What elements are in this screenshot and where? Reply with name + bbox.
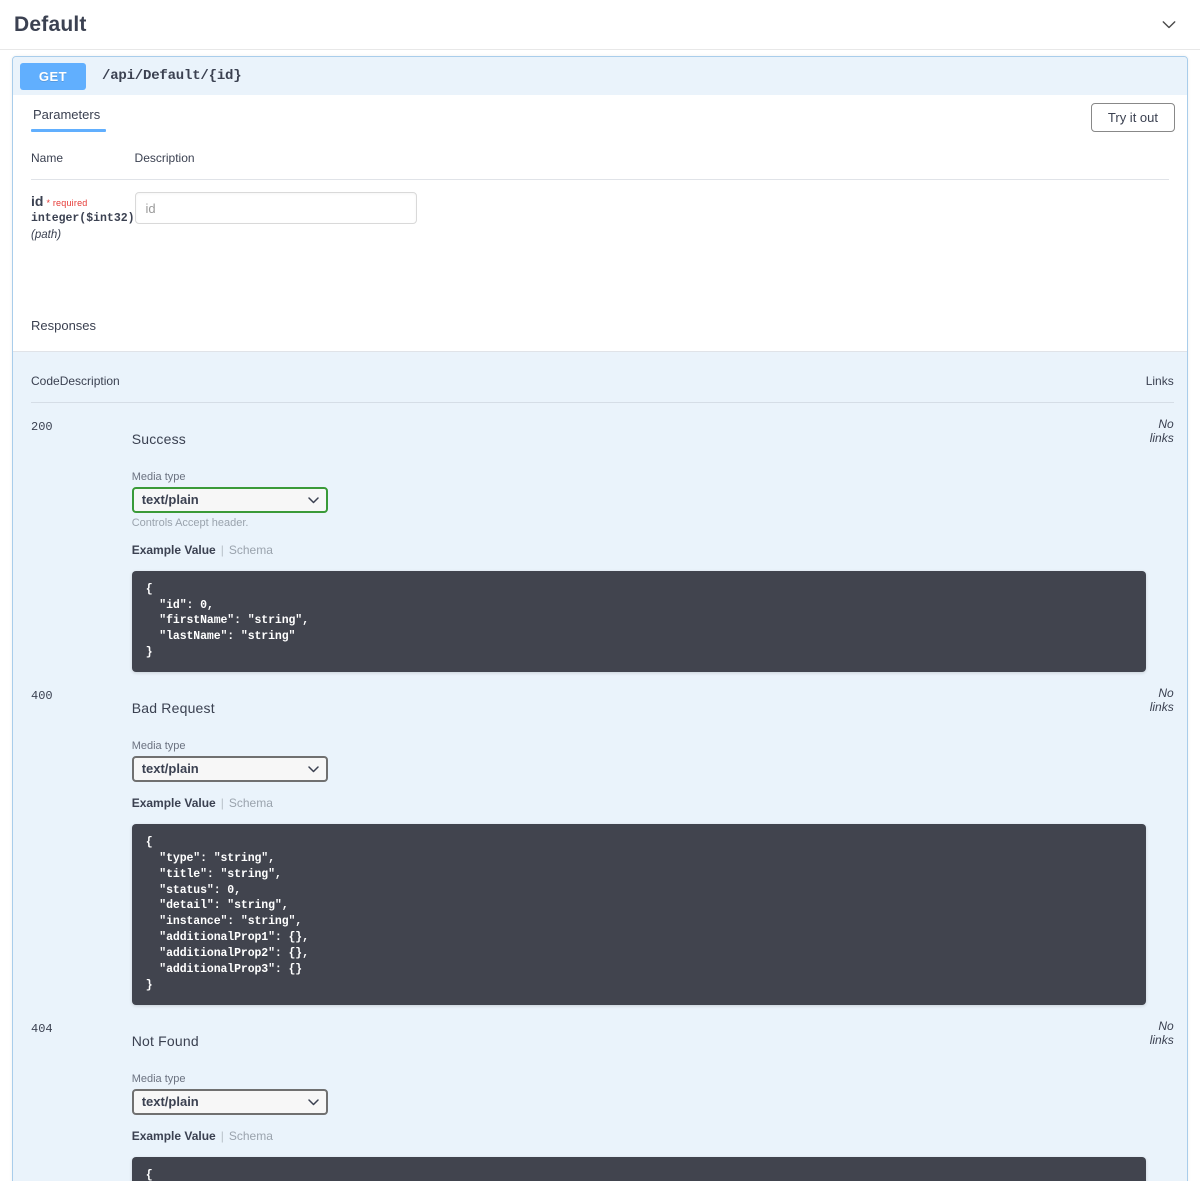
tab-schema[interactable]: Schema bbox=[229, 543, 273, 557]
tab-example-value[interactable]: Example Value bbox=[132, 543, 216, 557]
example-value-json: { "type": "string", "title": "string", "… bbox=[145, 1168, 153, 1181]
parameter-name-text: id bbox=[31, 193, 44, 209]
col-header-links: Links bbox=[1145, 373, 1174, 403]
response-code: 200 bbox=[31, 419, 53, 434]
media-type-select[interactable]: text/plain bbox=[131, 486, 328, 513]
parameters-tabs-row: Parameters Try it out bbox=[13, 95, 1187, 141]
media-type-block: Media type text/plain bbox=[60, 716, 1146, 782]
response-description-cell: Success Media type text/plain Controls Acce… bbox=[60, 402, 1146, 672]
response-code: 400 bbox=[31, 688, 53, 703]
parameter-required-label: * required bbox=[46, 198, 88, 208]
col-header-description: Description bbox=[59, 373, 1146, 403]
chevron-down-icon[interactable] bbox=[1156, 12, 1182, 38]
responses-table: Code Description Links 200 Success Media t… bbox=[31, 373, 1174, 1181]
responses-title-row: Responses bbox=[13, 302, 1187, 352]
table-row: id * required integer($int32) (path) bbox=[31, 180, 1169, 245]
response-code-cell: 200 bbox=[31, 402, 60, 672]
tag-header[interactable]: Default bbox=[0, 0, 1200, 50]
page-title: Default bbox=[14, 12, 87, 36]
try-it-out-button[interactable]: Try it out bbox=[1090, 103, 1175, 132]
media-type-select[interactable]: text/plain bbox=[131, 1088, 328, 1115]
media-type-select-wrap: text/plain bbox=[131, 486, 328, 513]
response-code-cell: 404 bbox=[31, 1005, 60, 1181]
example-value-json: { "id": 0, "firstName": "string", "lastN… bbox=[145, 582, 309, 660]
media-type-block: Media type text/plain bbox=[60, 1049, 1146, 1115]
responses-header-row: Code Description Links bbox=[31, 373, 1174, 403]
media-type-label: Media type bbox=[131, 470, 186, 483]
parameters-table: Name Description id * required integer($… bbox=[31, 141, 1169, 245]
operation-block-wrap: GET /api/Default/{id} Parameters Try it … bbox=[0, 50, 1200, 1181]
media-type-label: Media type bbox=[131, 1072, 186, 1085]
tab-example-value[interactable]: Example Value bbox=[132, 796, 216, 810]
example-schema-tabs: Example Value | Schema bbox=[60, 782, 1146, 810]
tab-separator: | bbox=[220, 795, 224, 810]
tab-parameters[interactable]: Parameters bbox=[31, 107, 107, 132]
parameter-type: integer($int32) bbox=[31, 212, 135, 226]
http-method-badge: GET bbox=[20, 62, 86, 90]
parameters-spacer bbox=[31, 245, 1169, 303]
tab-separator: | bbox=[220, 542, 224, 557]
tab-example-value[interactable]: Example Value bbox=[132, 1129, 216, 1143]
example-schema-tabs: Example Value | Schema bbox=[60, 529, 1146, 557]
example-value-code-block[interactable]: { "type": "string", "title": "string", "… bbox=[131, 823, 1146, 1005]
table-row: 404 Not Found Media type text/plain Example … bbox=[31, 1005, 1174, 1181]
no-links-label: No links bbox=[1149, 685, 1174, 714]
responses-body: Code Description Links 200 Success Media t… bbox=[13, 351, 1187, 1181]
responses-table-body: 200 Success Media type text/plain Controls A… bbox=[31, 402, 1174, 1181]
table-row: 200 Success Media type text/plain Controls A… bbox=[31, 402, 1174, 672]
response-links-cell: No links bbox=[1146, 672, 1174, 1005]
parameter-input-cell bbox=[134, 180, 1169, 245]
parameter-location: (path) bbox=[31, 229, 62, 242]
example-value-json: { "type": "string", "title": "string", "… bbox=[145, 835, 309, 992]
media-type-hint: Controls Accept header. bbox=[131, 516, 249, 529]
operation-body: Parameters Try it out Name Description i… bbox=[13, 95, 1187, 1181]
table-row: 400 Bad Request Media type text/plain Exampl… bbox=[31, 672, 1174, 1005]
response-code-cell: 400 bbox=[31, 672, 60, 1005]
id-input[interactable] bbox=[134, 192, 417, 224]
no-links-label: No links bbox=[1149, 1018, 1174, 1047]
parameters-section: Name Description id * required integer($… bbox=[13, 141, 1187, 303]
operation-summary[interactable]: GET /api/Default/{id} bbox=[13, 57, 1187, 95]
tab-schema[interactable]: Schema bbox=[229, 796, 273, 810]
parameter-meta-cell: id * required integer($int32) (path) bbox=[31, 180, 135, 245]
response-links-cell: No links bbox=[1146, 402, 1174, 672]
response-description: Bad Request bbox=[131, 699, 215, 716]
media-type-select-wrap: text/plain bbox=[131, 1088, 328, 1115]
media-type-select-wrap: text/plain bbox=[131, 755, 328, 782]
no-links-label: No links bbox=[1149, 416, 1174, 445]
example-value-code-block[interactable]: { "id": 0, "firstName": "string", "lastN… bbox=[131, 570, 1146, 672]
response-code: 404 bbox=[31, 1021, 53, 1036]
example-value-code-block[interactable]: { "type": "string", "title": "string", "… bbox=[131, 1156, 1146, 1181]
parameter-name: id * required bbox=[31, 192, 135, 210]
response-description: Not Found bbox=[131, 1032, 199, 1049]
col-header-description: Description bbox=[134, 141, 1169, 180]
responses-section-title: Responses bbox=[31, 317, 97, 333]
media-type-block: Media type text/plain Controls Accept head… bbox=[60, 447, 1146, 529]
media-type-select[interactable]: text/plain bbox=[131, 755, 328, 782]
parameters-header-row: Name Description bbox=[31, 141, 1169, 180]
operation-block: GET /api/Default/{id} Parameters Try it … bbox=[12, 56, 1188, 1181]
example-schema-tabs: Example Value | Schema bbox=[60, 1115, 1146, 1143]
media-type-label: Media type bbox=[131, 739, 186, 752]
response-links-cell: No links bbox=[1146, 1005, 1174, 1181]
col-header-name: Name bbox=[31, 141, 135, 180]
response-description: Success bbox=[131, 430, 186, 447]
col-header-code: Code bbox=[31, 373, 60, 403]
swagger-ui-page: Default GET /api/Default/{id} Parameters… bbox=[0, 0, 1200, 1181]
tab-separator: | bbox=[220, 1128, 224, 1143]
tab-schema[interactable]: Schema bbox=[229, 1129, 273, 1143]
response-description-cell: Bad Request Media type text/plain Example V… bbox=[60, 672, 1146, 1005]
operation-path: /api/Default/{id} bbox=[102, 68, 242, 84]
response-description-cell: Not Found Media type text/plain Example Val… bbox=[60, 1005, 1146, 1181]
